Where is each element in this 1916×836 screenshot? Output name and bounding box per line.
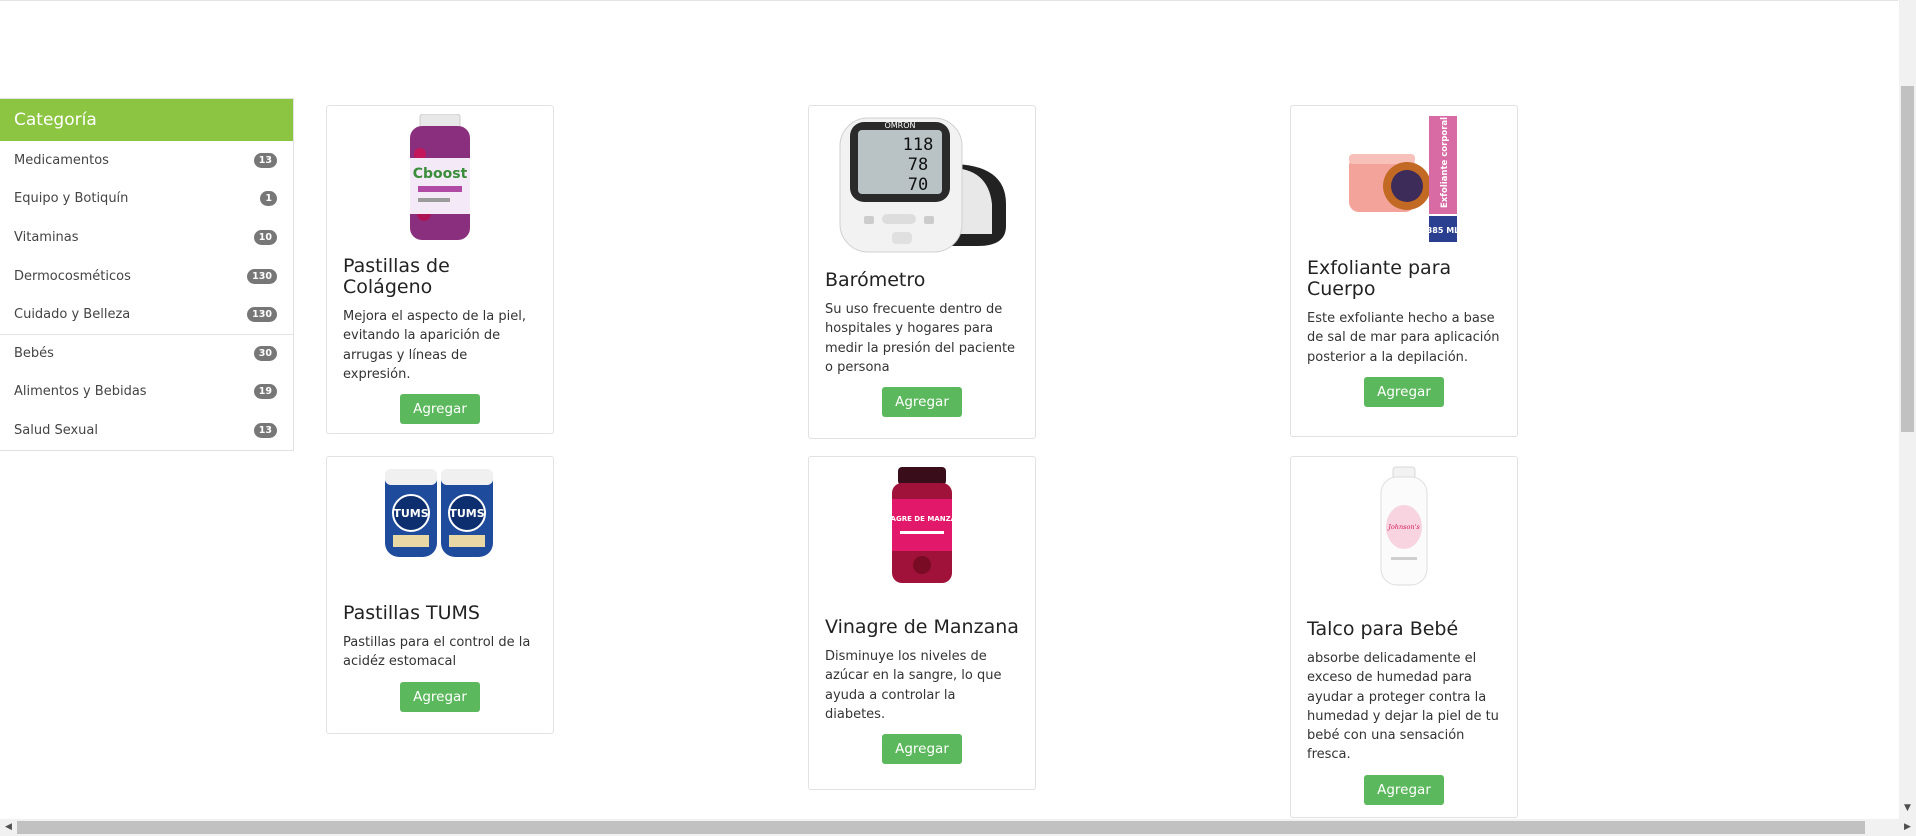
category-label: Equipo y Botiquín	[14, 191, 129, 207]
scrub-label-text: Exfoliante corporal Rosa de Marruecos	[1440, 114, 1450, 208]
product-card: Cboost Pastillas de Colágeno Mejora el a…	[326, 105, 554, 434]
product-description: Disminuye los niveles de azúcar en la sa…	[825, 649, 1002, 722]
powder-brand-text: Johnson's	[1386, 523, 1420, 531]
category-label: Dermocosméticos	[14, 268, 131, 284]
product-card: Exfoliante corporal Rosa de Marruecos 38…	[1290, 105, 1518, 437]
count-badge: 1	[260, 191, 277, 207]
category-item-cuidado[interactable]: Cuidado y Belleza 130	[0, 295, 293, 334]
tums-logo-text: TUMS	[393, 507, 428, 520]
product-title: Pastillas TUMS	[343, 602, 480, 624]
category-item-equipo[interactable]: Equipo y Botiquín 1	[0, 180, 293, 219]
category-label: Vitaminas	[14, 229, 79, 245]
product-title: Barómetro	[825, 269, 926, 291]
vinegar-bottle-icon: VINAGRE DE MANZANA	[890, 467, 954, 583]
product-title: Exfoliante para Cuerpo	[1307, 257, 1452, 300]
tums-logo-text: TUMS	[449, 507, 484, 520]
product-title: Pastillas de Colágeno	[343, 255, 450, 298]
scroll-right-arrow-icon[interactable]: ▶	[1899, 819, 1916, 836]
scrub-jar-icon: Exfoliante corporal Rosa de Marruecos 38…	[1349, 114, 1460, 242]
add-to-cart-button[interactable]: Agregar	[400, 681, 480, 712]
category-header: Categoría	[0, 99, 293, 141]
add-to-cart-button[interactable]: Agregar	[882, 387, 962, 418]
count-badge: 10	[253, 229, 277, 245]
monitor-systolic-reading: 118	[903, 135, 934, 155]
product-card: OMRON 118 78 70 Barómetro Su uso frecuen…	[808, 105, 1036, 439]
product-description: Mejora el aspecto de la piel, evitando l…	[343, 309, 526, 382]
category-label: Alimentos y Bebidas	[14, 384, 147, 400]
horizontal-scrollbar[interactable]: ◀ ▶	[0, 819, 1916, 836]
category-label: Bebés	[14, 346, 54, 362]
add-to-cart-button[interactable]: Agregar	[882, 734, 962, 765]
category-label: Salud Sexual	[14, 422, 98, 438]
product-card: Johnson's Talco para Bebé absorbe delica…	[1290, 456, 1518, 818]
category-item-salud-sexual[interactable]: Salud Sexual 13	[0, 411, 293, 450]
count-badge: 30	[253, 346, 277, 362]
count-badge: 13	[253, 152, 277, 168]
product-card: TUMS TUMS Pastillas TUMS Pastillas para …	[326, 456, 554, 734]
count-badge: 130	[247, 268, 277, 284]
product-description: Su uso frecuente dentro de hospitales y …	[825, 302, 1016, 375]
product-card: VINAGRE DE MANZANA Vinagre de Manzana Di…	[808, 456, 1036, 790]
horizontal-scroll-thumb[interactable]	[17, 821, 1865, 834]
category-label: Medicamentos	[14, 152, 109, 168]
vertical-scroll-thumb[interactable]	[1901, 86, 1914, 432]
count-badge: 13	[253, 422, 277, 438]
monitor-diastolic-reading: 78	[908, 155, 928, 175]
scroll-down-arrow-icon[interactable]: ▼	[1899, 800, 1916, 817]
category-item-medicamentos[interactable]: Medicamentos 13	[0, 141, 293, 180]
product-title: Vinagre de Manzana	[825, 616, 1019, 638]
tums-bottles-icon: TUMS TUMS	[385, 469, 493, 557]
category-item-bebes[interactable]: Bebés 30	[0, 333, 293, 373]
add-to-cart-button[interactable]: Agregar	[1364, 376, 1444, 407]
product-title: Talco para Bebé	[1307, 618, 1459, 640]
vertical-scrollbar[interactable]: ▼	[1899, 0, 1916, 819]
count-badge: 19	[253, 384, 277, 400]
category-label: Cuidado y Belleza	[14, 307, 131, 323]
blood-pressure-monitor-icon: OMRON 118 78 70	[839, 117, 1006, 253]
scrub-volume-text: 385 ML	[1427, 226, 1460, 235]
add-to-cart-button[interactable]: Agregar	[400, 394, 480, 425]
monitor-brand-text: OMRON	[884, 121, 915, 130]
count-badge: 130	[247, 307, 277, 323]
scroll-left-arrow-icon[interactable]: ◀	[0, 819, 17, 836]
category-item-alimentos[interactable]: Alimentos y Bebidas 19	[0, 373, 293, 412]
category-item-vitaminas[interactable]: Vitaminas 10	[0, 218, 293, 257]
monitor-pulse-reading: 70	[908, 175, 928, 195]
collagen-bottle-icon: Cboost	[410, 114, 470, 240]
top-border	[0, 0, 1898, 1]
add-to-cart-button[interactable]: Agregar	[1364, 774, 1444, 805]
category-sidebar: Categoría Medicamentos 13 Equipo y Botiqu…	[0, 98, 294, 451]
product-description: Este exfoliante hecho a base de sal de m…	[1307, 311, 1500, 365]
category-item-dermocosmeticos[interactable]: Dermocosméticos 130	[0, 257, 293, 296]
product-description: Pastillas para el control de la acidéz e…	[343, 635, 531, 670]
collagen-brand-text: Cboost	[413, 166, 468, 182]
baby-powder-bottle-icon: Johnson's	[1380, 466, 1428, 586]
vinegar-label-text: VINAGRE DE MANZANA	[890, 515, 954, 523]
product-description: absorbe delicadamente el exceso de humed…	[1307, 651, 1499, 763]
